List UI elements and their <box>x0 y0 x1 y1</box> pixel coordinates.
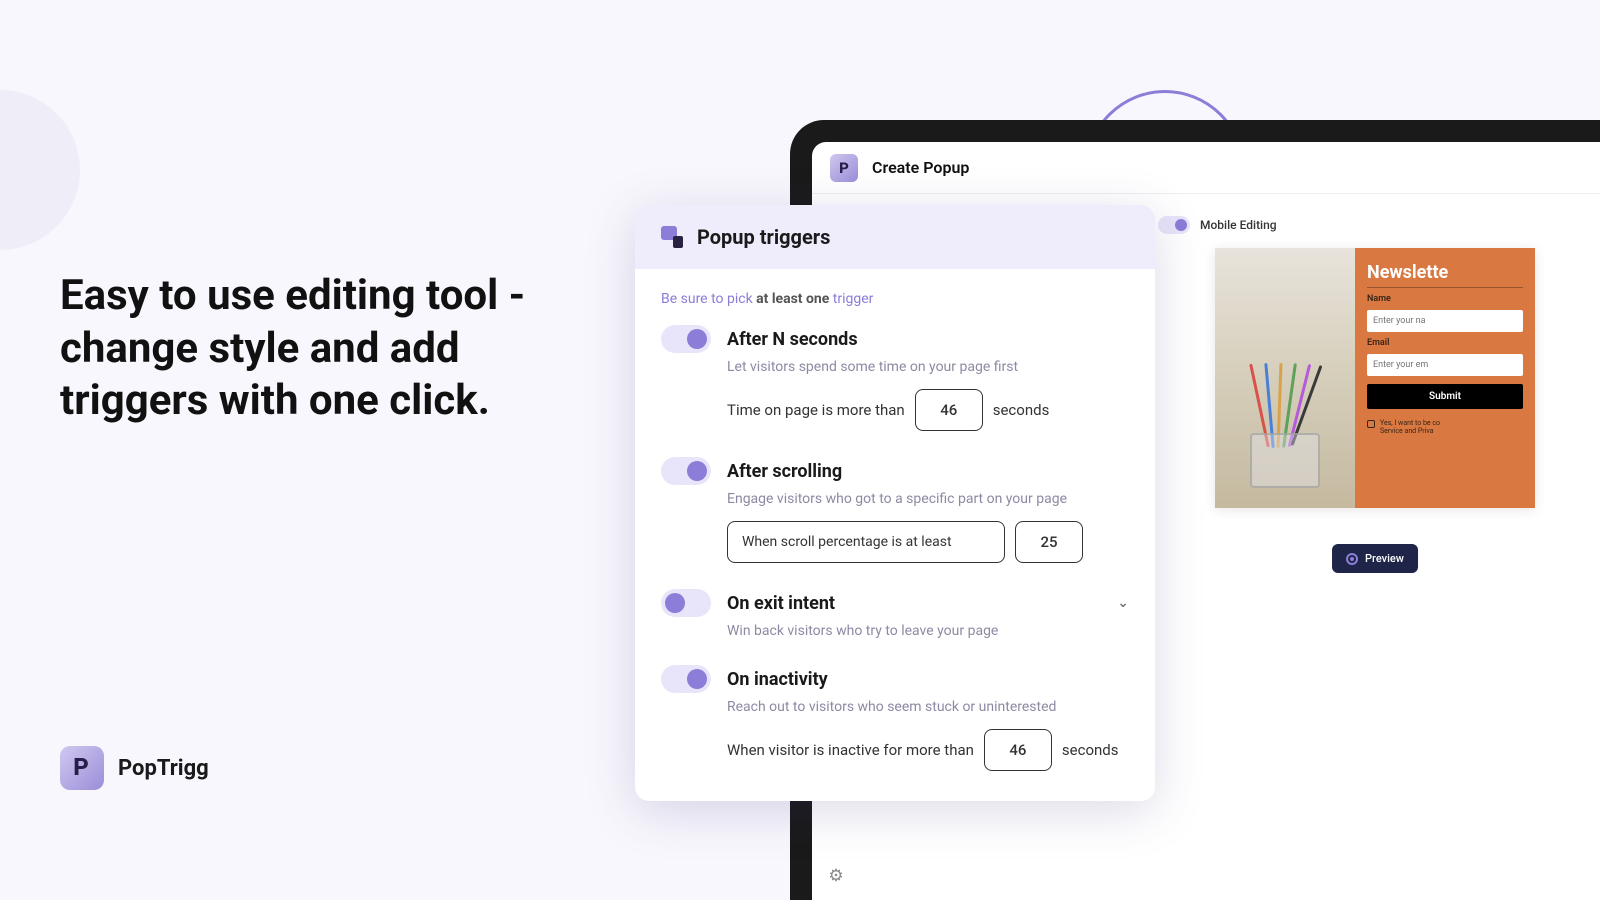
hint-suffix: trigger <box>829 291 873 307</box>
app-header: P Create Popup <box>812 142 1600 194</box>
inactivity-toggle[interactable] <box>661 665 711 693</box>
preview-column: Mobile Editing <box>1158 212 1592 882</box>
newsletter-title: Newslette <box>1367 262 1523 288</box>
after-scrolling-toggle[interactable] <box>661 457 711 485</box>
consent-text-1: Yes, I want to be co <box>1380 419 1440 427</box>
exit-intent-desc: Win back visitors who try to leave your … <box>727 623 1129 639</box>
email-input[interactable] <box>1367 354 1523 376</box>
popup-triggers-panel: Popup triggers Be sure to pick at least … <box>635 205 1155 801</box>
consent-checkbox[interactable] <box>1367 420 1375 428</box>
marketing-headline: Easy to use editing tool - change style … <box>60 270 600 428</box>
submit-button[interactable]: Submit <box>1367 384 1523 409</box>
settings-corner: ⚙ <box>812 852 860 900</box>
inactivity-prefix: When visitor is inactive for more than <box>727 741 974 759</box>
preview-icon <box>1346 553 1358 565</box>
newsletter-image <box>1215 248 1355 508</box>
panel-hint: Be sure to pick at least one trigger <box>661 291 1129 307</box>
brand-name: PopTrigg <box>118 756 209 781</box>
newsletter-form: Newslette Name Email Submit Yes, I want … <box>1355 248 1535 508</box>
mobile-editing-label: Mobile Editing <box>1200 218 1277 232</box>
trigger-after-scrolling: After scrolling Engage visitors who got … <box>661 457 1129 563</box>
preview-button-label: Preview <box>1365 552 1404 565</box>
scroll-percentage-input[interactable] <box>1015 521 1083 563</box>
brand-logo-icon <box>60 746 104 790</box>
gear-icon[interactable]: ⚙ <box>828 866 843 886</box>
panel-header: Popup triggers <box>635 205 1155 269</box>
after-scrolling-desc: Engage visitors who got to a specific pa… <box>727 491 1129 507</box>
trigger-after-n-seconds: After N seconds Let visitors spend some … <box>661 325 1129 431</box>
trigger-exit-intent: On exit intent ⌄ Win back visitors who t… <box>661 589 1129 639</box>
hint-bold: at least one <box>756 291 829 307</box>
after-n-prefix: Time on page is more than <box>727 401 905 419</box>
mobile-editing-toggle[interactable] <box>1158 216 1190 234</box>
app-logo-icon: P <box>830 154 858 182</box>
popup-triggers-icon <box>661 226 683 248</box>
scroll-condition-select[interactable]: When scroll percentage is at least <box>727 521 1005 563</box>
name-input[interactable] <box>1367 310 1523 332</box>
consent-row: Yes, I want to be co Service and Priva <box>1367 419 1523 435</box>
after-n-seconds-label: After N seconds <box>727 329 1129 350</box>
mobile-editing-row: Mobile Editing <box>1158 212 1592 248</box>
exit-intent-label: On exit intent <box>727 593 1101 614</box>
chevron-down-icon[interactable]: ⌄ <box>1117 595 1129 611</box>
preview-button[interactable]: Preview <box>1332 544 1418 573</box>
after-scrolling-label: After scrolling <box>727 461 1129 482</box>
preview-area: Newslette Name Email Submit Yes, I want … <box>1158 248 1592 882</box>
after-n-seconds-input[interactable] <box>915 389 983 431</box>
after-n-suffix: seconds <box>993 401 1050 419</box>
newsletter-preview: Newslette Name Email Submit Yes, I want … <box>1215 248 1535 508</box>
inactivity-label: On inactivity <box>727 669 1129 690</box>
decorative-circle <box>0 90 80 250</box>
panel-title: Popup triggers <box>697 225 830 249</box>
after-n-seconds-desc: Let visitors spend some time on your pag… <box>727 359 1129 375</box>
brand-lockup: PopTrigg <box>60 746 209 790</box>
exit-intent-toggle[interactable] <box>661 589 711 617</box>
email-label: Email <box>1367 338 1523 348</box>
trigger-inactivity: On inactivity Reach out to visitors who … <box>661 665 1129 771</box>
hint-prefix: Be sure to pick <box>661 291 756 307</box>
after-n-seconds-toggle[interactable] <box>661 325 711 353</box>
inactivity-seconds-input[interactable] <box>984 729 1052 771</box>
page-title: Create Popup <box>872 158 969 177</box>
name-label: Name <box>1367 294 1523 304</box>
consent-text-2: Service and Priva <box>1380 427 1440 435</box>
inactivity-desc: Reach out to visitors who seem stuck or … <box>727 699 1129 715</box>
inactivity-suffix: seconds <box>1062 741 1119 759</box>
